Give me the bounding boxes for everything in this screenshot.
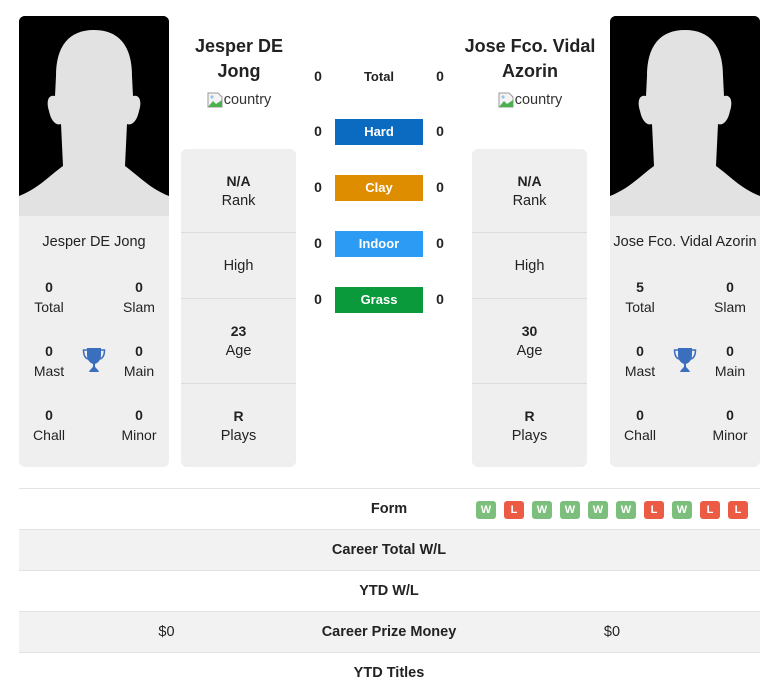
h2h-p1-value: 0 xyxy=(314,68,322,84)
titles-total: 5 Total xyxy=(625,279,655,315)
stat-age: 23 Age xyxy=(181,299,296,384)
broken-image-icon xyxy=(207,92,223,108)
form-row: Form W L W W W W L W L L xyxy=(19,489,760,530)
form-result-badge: W xyxy=(588,501,608,519)
h2h-hard-row: 0 Hard 0 xyxy=(300,117,460,145)
stat-age: 30 Age xyxy=(472,299,587,384)
player2-name-link[interactable]: Jose Fco. Vidal Azorin xyxy=(610,234,760,250)
ytd-titles-label: YTD Titles xyxy=(353,665,425,681)
surface-hard-badge[interactable]: Hard xyxy=(335,119,423,145)
stat-plays: R Plays xyxy=(511,407,548,444)
titles-minor: 0 Minor xyxy=(712,407,748,443)
player2-photo xyxy=(610,16,760,216)
player1-name-line1[interactable]: Jesper DE xyxy=(164,34,314,59)
form-result-badge: L xyxy=(504,501,524,519)
titles-chall: 0 Chall xyxy=(33,407,65,443)
stat-plays: R Plays xyxy=(220,407,257,444)
player2-titles-card: Jose Fco. Vidal Azorin 5 Total 0 Slam 0 Mas… xyxy=(610,216,760,467)
player1-header: Jesper DE Jong country xyxy=(164,34,314,113)
h2h-p2-value: 0 xyxy=(436,235,444,251)
stat-rank: N/A Rank xyxy=(181,149,296,233)
player-silhouette-icon xyxy=(19,16,169,216)
career-total-wl-label: Career Total W/L xyxy=(331,542,447,558)
surface-clay-badge[interactable]: Clay xyxy=(335,175,423,201)
titles-mast: 0 Mast xyxy=(624,343,656,379)
player2-name-line1[interactable]: Jose Fco. Vidal xyxy=(455,34,605,59)
form-result-badge: W xyxy=(560,501,580,519)
titles-minor: 0 Minor xyxy=(121,407,157,443)
p2-career-prize-money: $0 xyxy=(603,624,621,640)
form-result-badge: W xyxy=(672,501,692,519)
surface-grass-badge[interactable]: Grass xyxy=(335,287,423,313)
titles-total: 0 Total xyxy=(34,279,64,315)
player1-stats-card: N/A Rank High 23 Age R Plays xyxy=(181,149,296,467)
ytd-wl-row: YTD W/L xyxy=(19,571,760,612)
player2-flag: country xyxy=(498,92,562,108)
titles-chall: 0 Chall xyxy=(624,407,656,443)
h2h-grass-row: 0 Grass 0 xyxy=(300,285,460,313)
form-result-badge: W xyxy=(532,501,552,519)
h2h-total-row: 0 Total 0 xyxy=(300,62,460,90)
player2-header: Jose Fco. Vidal Azorin country xyxy=(455,34,605,113)
form-result-badge: W xyxy=(616,501,636,519)
h2h-p1-value: 0 xyxy=(314,291,322,307)
titles-slam: 0 Slam xyxy=(123,279,155,315)
h2h-p1-value: 0 xyxy=(314,123,322,139)
form-result-badge: L xyxy=(644,501,664,519)
surface-indoor-badge[interactable]: Indoor xyxy=(335,231,423,257)
career-prize-money-row: $0 Career Prize Money $0 xyxy=(19,612,760,653)
career-prize-money-label: Career Prize Money xyxy=(321,624,457,640)
h2h-p2-value: 0 xyxy=(436,68,444,84)
form-result-badge: L xyxy=(728,501,748,519)
ytd-wl-label: YTD W/L xyxy=(359,583,419,599)
player1-name-line2[interactable]: Jong xyxy=(164,59,314,84)
h2h-indoor-row: 0 Indoor 0 xyxy=(300,229,460,257)
h2h-p2-value: 0 xyxy=(436,123,444,139)
stat-rank: N/A Rank xyxy=(472,149,587,233)
comparison-table: Form W L W W W W L W L L Career Total W/… xyxy=(19,488,760,694)
player1-flag: country xyxy=(207,92,271,108)
titles-main: 0 Main xyxy=(123,343,155,379)
broken-image-icon xyxy=(498,92,514,108)
career-total-wl-row: Career Total W/L xyxy=(19,530,760,571)
h2h-p1-value: 0 xyxy=(314,179,322,195)
h2h-total-label: Total xyxy=(363,69,395,84)
h2h-clay-row: 0 Clay 0 xyxy=(300,173,460,201)
titles-main: 0 Main xyxy=(714,343,746,379)
stat-high: High xyxy=(472,233,587,299)
player2-stats-card: N/A Rank High 30 Age R Plays xyxy=(472,149,587,467)
trophy-icon xyxy=(673,348,697,372)
h2h-p2-value: 0 xyxy=(436,179,444,195)
ytd-titles-row: YTD Titles xyxy=(19,653,760,694)
player2-name-line2[interactable]: Azorin xyxy=(455,59,605,84)
form-badges: W L W W W W L W L L xyxy=(476,501,748,519)
form-result-badge: L xyxy=(700,501,720,519)
p1-career-prize-money: $0 xyxy=(158,624,175,640)
titles-mast: 0 Mast xyxy=(33,343,65,379)
player1-name-link[interactable]: Jesper DE Jong xyxy=(19,234,169,250)
player1-photo xyxy=(19,16,169,216)
form-label: Form xyxy=(370,501,408,517)
h2h-p2-value: 0 xyxy=(436,291,444,307)
player1-titles-card: Jesper DE Jong 0 Total 0 Slam 0 Mast 0 Main … xyxy=(19,216,169,467)
trophy-icon xyxy=(82,348,106,372)
player-silhouette-icon xyxy=(610,16,760,216)
stat-high: High xyxy=(181,233,296,299)
form-result-badge: W xyxy=(476,501,496,519)
titles-slam: 0 Slam xyxy=(714,279,746,315)
h2h-p1-value: 0 xyxy=(314,235,322,251)
